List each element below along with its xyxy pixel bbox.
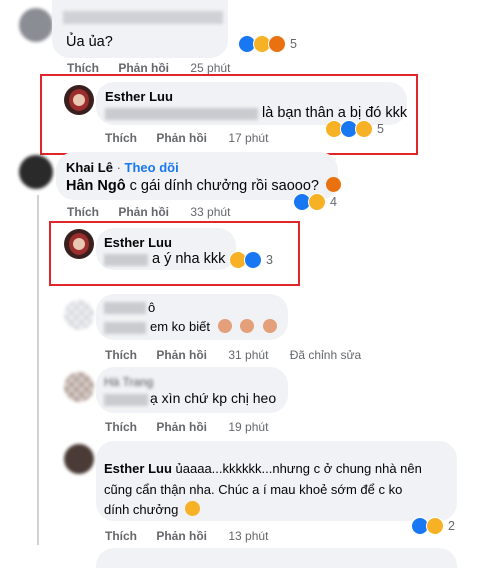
- comment-actions: Thích Phản hồi 13 phút: [105, 529, 268, 543]
- reply-link[interactable]: Phản hồi: [118, 205, 169, 219]
- follow-separator: ·: [116, 160, 125, 175]
- reply-link[interactable]: Phản hồi: [118, 61, 169, 75]
- mention-link[interactable]: Hân Ngô: [66, 178, 126, 194]
- avatar[interactable]: [19, 8, 53, 42]
- comment-actions: Thích Phản hồi 31 phút Đã chỉnh sửa: [105, 348, 361, 362]
- avatar[interactable]: [64, 444, 94, 474]
- like-link[interactable]: Thích: [67, 61, 99, 75]
- timestamp[interactable]: 31 phút: [228, 348, 268, 362]
- sad-reaction-icon: [355, 120, 373, 138]
- reply-link[interactable]: Phản hồi: [156, 348, 207, 362]
- haha-reaction-icon: [426, 517, 444, 535]
- comment-text: ạ xìn chứ kp chị heo: [150, 390, 277, 406]
- like-link[interactable]: Thích: [105, 420, 137, 434]
- shrug-emoji-icon: [217, 319, 232, 333]
- comment-bubble: [96, 548, 457, 568]
- surprised-emoji-icon: [325, 177, 341, 192]
- comment-author[interactable]: Esther Luu: [104, 235, 172, 250]
- reaction-count: 4: [330, 195, 337, 209]
- comment-author: Khai Lê · Theo dõi: [66, 160, 179, 175]
- reaction-count: 3: [266, 253, 273, 267]
- shrug-emoji-icon: [262, 319, 277, 333]
- timestamp[interactable]: 19 phút: [228, 420, 268, 434]
- timestamp[interactable]: 17 phút: [228, 131, 268, 145]
- comment-actions: Thích Phản hồi 25 phút: [67, 61, 230, 75]
- shrug-emoji-icon: [240, 319, 255, 333]
- comment-text-content: dính chưởng: [104, 502, 179, 517]
- reaction-summary[interactable]: 4: [293, 192, 337, 212]
- reply-link[interactable]: Phản hồi: [156, 529, 207, 543]
- comment-actions: Thích Phản hồi 17 phút: [105, 131, 268, 145]
- avatar[interactable]: [64, 85, 94, 115]
- comment-text: c gái dính chưởng rồi saooo?: [125, 178, 319, 194]
- reaction-count: 2: [448, 519, 455, 533]
- reply-link[interactable]: Phản hồi: [156, 420, 207, 434]
- comment-author: ô: [148, 300, 156, 315]
- edited-label: Đã chỉnh sửa: [289, 348, 362, 362]
- comment-text-content: em ko biết: [150, 319, 210, 334]
- redacted-mention: [104, 322, 146, 334]
- redacted-mention: [104, 254, 148, 266]
- redacted-author: [104, 302, 146, 314]
- comment-actions: Thích Phản hồi 33 phút: [67, 205, 230, 219]
- avatar[interactable]: [19, 155, 53, 189]
- reaction-summary[interactable]: 5: [325, 119, 384, 139]
- comment-text-line: dính chưởng: [104, 501, 200, 517]
- comment-text-line: ủaaaa...kkkkkk...nhưng c ở chung nhà nên: [175, 461, 422, 476]
- like-link[interactable]: Thích: [105, 529, 137, 543]
- laughing-emoji-icon: [184, 501, 200, 516]
- reaction-summary[interactable]: 2: [411, 516, 455, 536]
- avatar[interactable]: [64, 372, 94, 402]
- reaction-summary[interactable]: 3: [229, 250, 273, 270]
- comment-actions: Thích Phản hồi 19 phút: [105, 420, 268, 434]
- timestamp[interactable]: 33 phút: [190, 205, 230, 219]
- comment-text-line: cũng cẩn thận nha. Chúc a í mau khoẻ sớm…: [104, 482, 403, 497]
- redacted-mention: [104, 394, 148, 406]
- timestamp[interactable]: 13 phút: [228, 529, 268, 543]
- reaction-count: 5: [377, 122, 384, 136]
- reaction-summary[interactable]: 5: [238, 34, 297, 54]
- angry-reaction-icon: [268, 35, 286, 53]
- redacted-mention: [105, 108, 258, 120]
- like-link[interactable]: Thích: [105, 131, 137, 145]
- comment-text: Ủa ủa?: [66, 34, 113, 50]
- like-link[interactable]: Thích: [105, 348, 137, 362]
- comment-author-name[interactable]: Khai Lê: [66, 160, 113, 175]
- like-reaction-icon: [244, 251, 262, 269]
- follow-link[interactable]: Theo dõi: [125, 160, 179, 175]
- reaction-count: 5: [290, 37, 297, 51]
- comment-author[interactable]: Esther Luu: [104, 461, 172, 476]
- comment-text: a ý nha kkk: [152, 251, 226, 267]
- avatar[interactable]: [64, 300, 94, 330]
- timestamp[interactable]: 25 phút: [190, 61, 230, 75]
- avatar[interactable]: [64, 229, 94, 259]
- comment-author[interactable]: Hà Trang: [104, 375, 153, 389]
- comment-author[interactable]: Esther Luu: [105, 89, 173, 104]
- like-link[interactable]: Thích: [67, 205, 99, 219]
- reply-link[interactable]: Phản hồi: [156, 131, 207, 145]
- haha-reaction-icon: [308, 193, 326, 211]
- thread-line: [37, 195, 39, 545]
- redacted-author: [63, 11, 223, 24]
- comment-text: em ko biết: [150, 319, 277, 334]
- comment-first-line: Esther Luu ủaaaa...kkkkkk...nhưng c ở ch…: [104, 461, 422, 476]
